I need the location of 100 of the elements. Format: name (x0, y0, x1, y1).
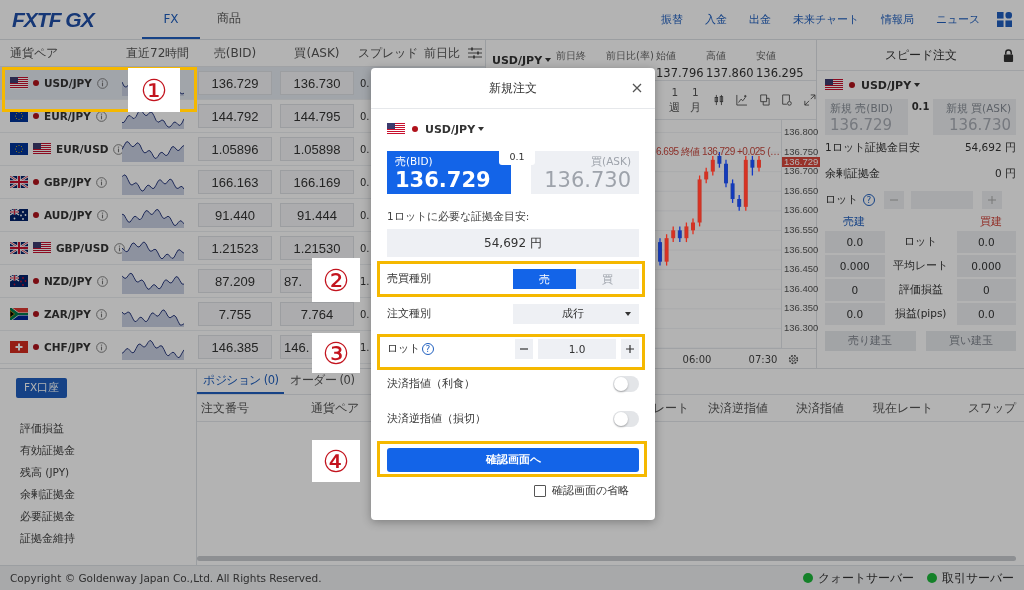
ask-price[interactable]: 166.169 (280, 170, 354, 194)
step-number: ② (312, 258, 360, 302)
ask-price[interactable]: 136.730 (280, 71, 354, 95)
column-header: 売(BID) (212, 44, 258, 62)
stat-label: 前日比(率) (606, 49, 655, 63)
bid-price[interactable]: 146.385 (198, 335, 272, 359)
bid-price[interactable]: 1.21523 (198, 236, 272, 260)
ask-price[interactable]: 91.444 (280, 203, 354, 227)
document-icon[interactable] (758, 93, 771, 107)
dialog-title: 新規注文 (489, 79, 537, 97)
document-icon[interactable] (781, 93, 794, 107)
sell-heading: 売建 (843, 215, 865, 229)
table-cell: 0.0 (825, 231, 885, 253)
spread-value: 0.1 (499, 151, 535, 165)
bid-price[interactable]: 1.05896 (198, 137, 272, 161)
spread-value: 1. (359, 275, 370, 287)
ask-price[interactable]: 1.21530 (280, 236, 354, 260)
layout-icon[interactable] (997, 12, 1012, 27)
price-axis-label: 136.750 (784, 146, 819, 157)
account-button[interactable]: FX口座 (16, 378, 68, 398)
chart-pair-select[interactable]: USD/JPY (486, 53, 556, 67)
nav-link[interactable]: ニュース (925, 12, 991, 27)
table-cell: 0.000 (825, 255, 885, 277)
ask-price[interactable]: 146. (280, 335, 312, 359)
settings-sliders-icon[interactable] (468, 47, 482, 59)
pair-select[interactable]: USD/JPY (861, 78, 921, 92)
info-icon[interactable] (95, 308, 107, 320)
info-icon[interactable] (96, 77, 108, 89)
nav-link[interactable]: 入金 (694, 12, 738, 27)
nav-link[interactable]: 出金 (738, 12, 782, 27)
minus-icon[interactable] (515, 339, 533, 359)
ask-price[interactable]: 7.764 (280, 302, 354, 326)
spread-value: 0. (359, 242, 370, 254)
bid-price[interactable]: 7.755 (198, 302, 272, 326)
bid-price[interactable]: 91.440 (198, 203, 272, 227)
bid-price[interactable]: 136.729 (198, 71, 272, 95)
info-icon[interactable] (113, 242, 125, 254)
confirm-button[interactable]: 確認画面へ (387, 448, 639, 472)
chart-legend: 6.695 終値 136.729 +0.025 (… (656, 145, 780, 159)
nav-link[interactable]: 情報局 (870, 12, 925, 27)
currency-pair: GBP/JPY (44, 176, 92, 188)
period-button[interactable]: 1 週 (668, 85, 682, 115)
ask-price[interactable]: 87. (280, 269, 312, 293)
checkbox-label[interactable]: 確認画面の省略 (552, 484, 629, 498)
ask-price[interactable]: 144.795 (280, 104, 354, 128)
flag-icon (33, 242, 51, 254)
lot-input[interactable]: 1.0 (538, 339, 616, 359)
nav-tab[interactable]: 商品 (200, 0, 258, 39)
table-cell: 0.0 (956, 231, 1016, 253)
bid-price[interactable]: 166.163 (198, 170, 272, 194)
info-icon[interactable] (95, 341, 107, 353)
status-dot (33, 113, 39, 119)
column-header: スワップ (968, 399, 1016, 417)
status-dot (33, 278, 39, 284)
spread-value: 0. (359, 308, 370, 320)
bid-price[interactable]: 144.792 (198, 104, 272, 128)
column-header: 前日比 (423, 44, 460, 62)
side-option[interactable]: 売 (513, 269, 576, 289)
nav-link[interactable]: 振替 (650, 12, 694, 27)
field-label: 決済指値（利食） (387, 377, 475, 391)
toggle-switch[interactable] (613, 376, 639, 392)
info-icon[interactable] (97, 209, 109, 221)
spread-value: 0. (359, 209, 370, 221)
stat-value: 137.796 (656, 66, 705, 80)
close-icon[interactable] (632, 83, 642, 93)
pair-select[interactable]: USD/JPY (425, 122, 485, 136)
info-icon[interactable] (97, 275, 109, 287)
copyright: Copyright © Goldenway Japan Co.,Ltd. All Rights Reserved. (10, 572, 322, 584)
info-icon[interactable] (95, 110, 107, 122)
period-button[interactable]: 1 月 (688, 85, 702, 115)
info-icon[interactable] (96, 176, 108, 188)
toggle-switch[interactable] (613, 411, 639, 427)
server-status: クォートサーバー (818, 569, 914, 587)
sell-price-button[interactable]: 売(BID) 136.729 (387, 151, 511, 194)
indicator-icon[interactable] (735, 93, 748, 107)
column-header: 直近72時間 (125, 44, 191, 62)
settings-icon[interactable] (787, 353, 800, 366)
account-item: 証拠金維持 (20, 532, 76, 546)
nav-link[interactable]: 未来チャート (782, 12, 870, 27)
lock-icon[interactable] (1003, 48, 1014, 62)
nav-tab[interactable]: FX (142, 0, 200, 39)
ask-price[interactable]: 1.05898 (280, 137, 354, 161)
scrollbar[interactable] (197, 556, 1016, 561)
info-value: 54,692 円 (964, 141, 1016, 155)
candlestick-icon[interactable] (712, 93, 725, 107)
order-type-dropdown[interactable]: 成行 (513, 304, 639, 324)
bid-price[interactable]: 87.209 (198, 269, 272, 293)
status-dot (33, 80, 39, 86)
caret-icon (478, 127, 485, 131)
stat-label: 安値 (756, 49, 777, 63)
flag-icon (10, 77, 28, 89)
plus-icon[interactable] (621, 339, 639, 359)
column-header: 決済逆指値 (708, 399, 769, 417)
caret-icon (625, 312, 631, 316)
account-item: 必要証拠金 (20, 510, 76, 524)
expand-icon[interactable] (804, 93, 816, 107)
checkbox[interactable] (534, 485, 546, 497)
spread-value: 0. (359, 77, 370, 89)
table-cell: 0.000 (956, 255, 1016, 277)
position-tab[interactable]: ポジション (0) (197, 369, 285, 394)
